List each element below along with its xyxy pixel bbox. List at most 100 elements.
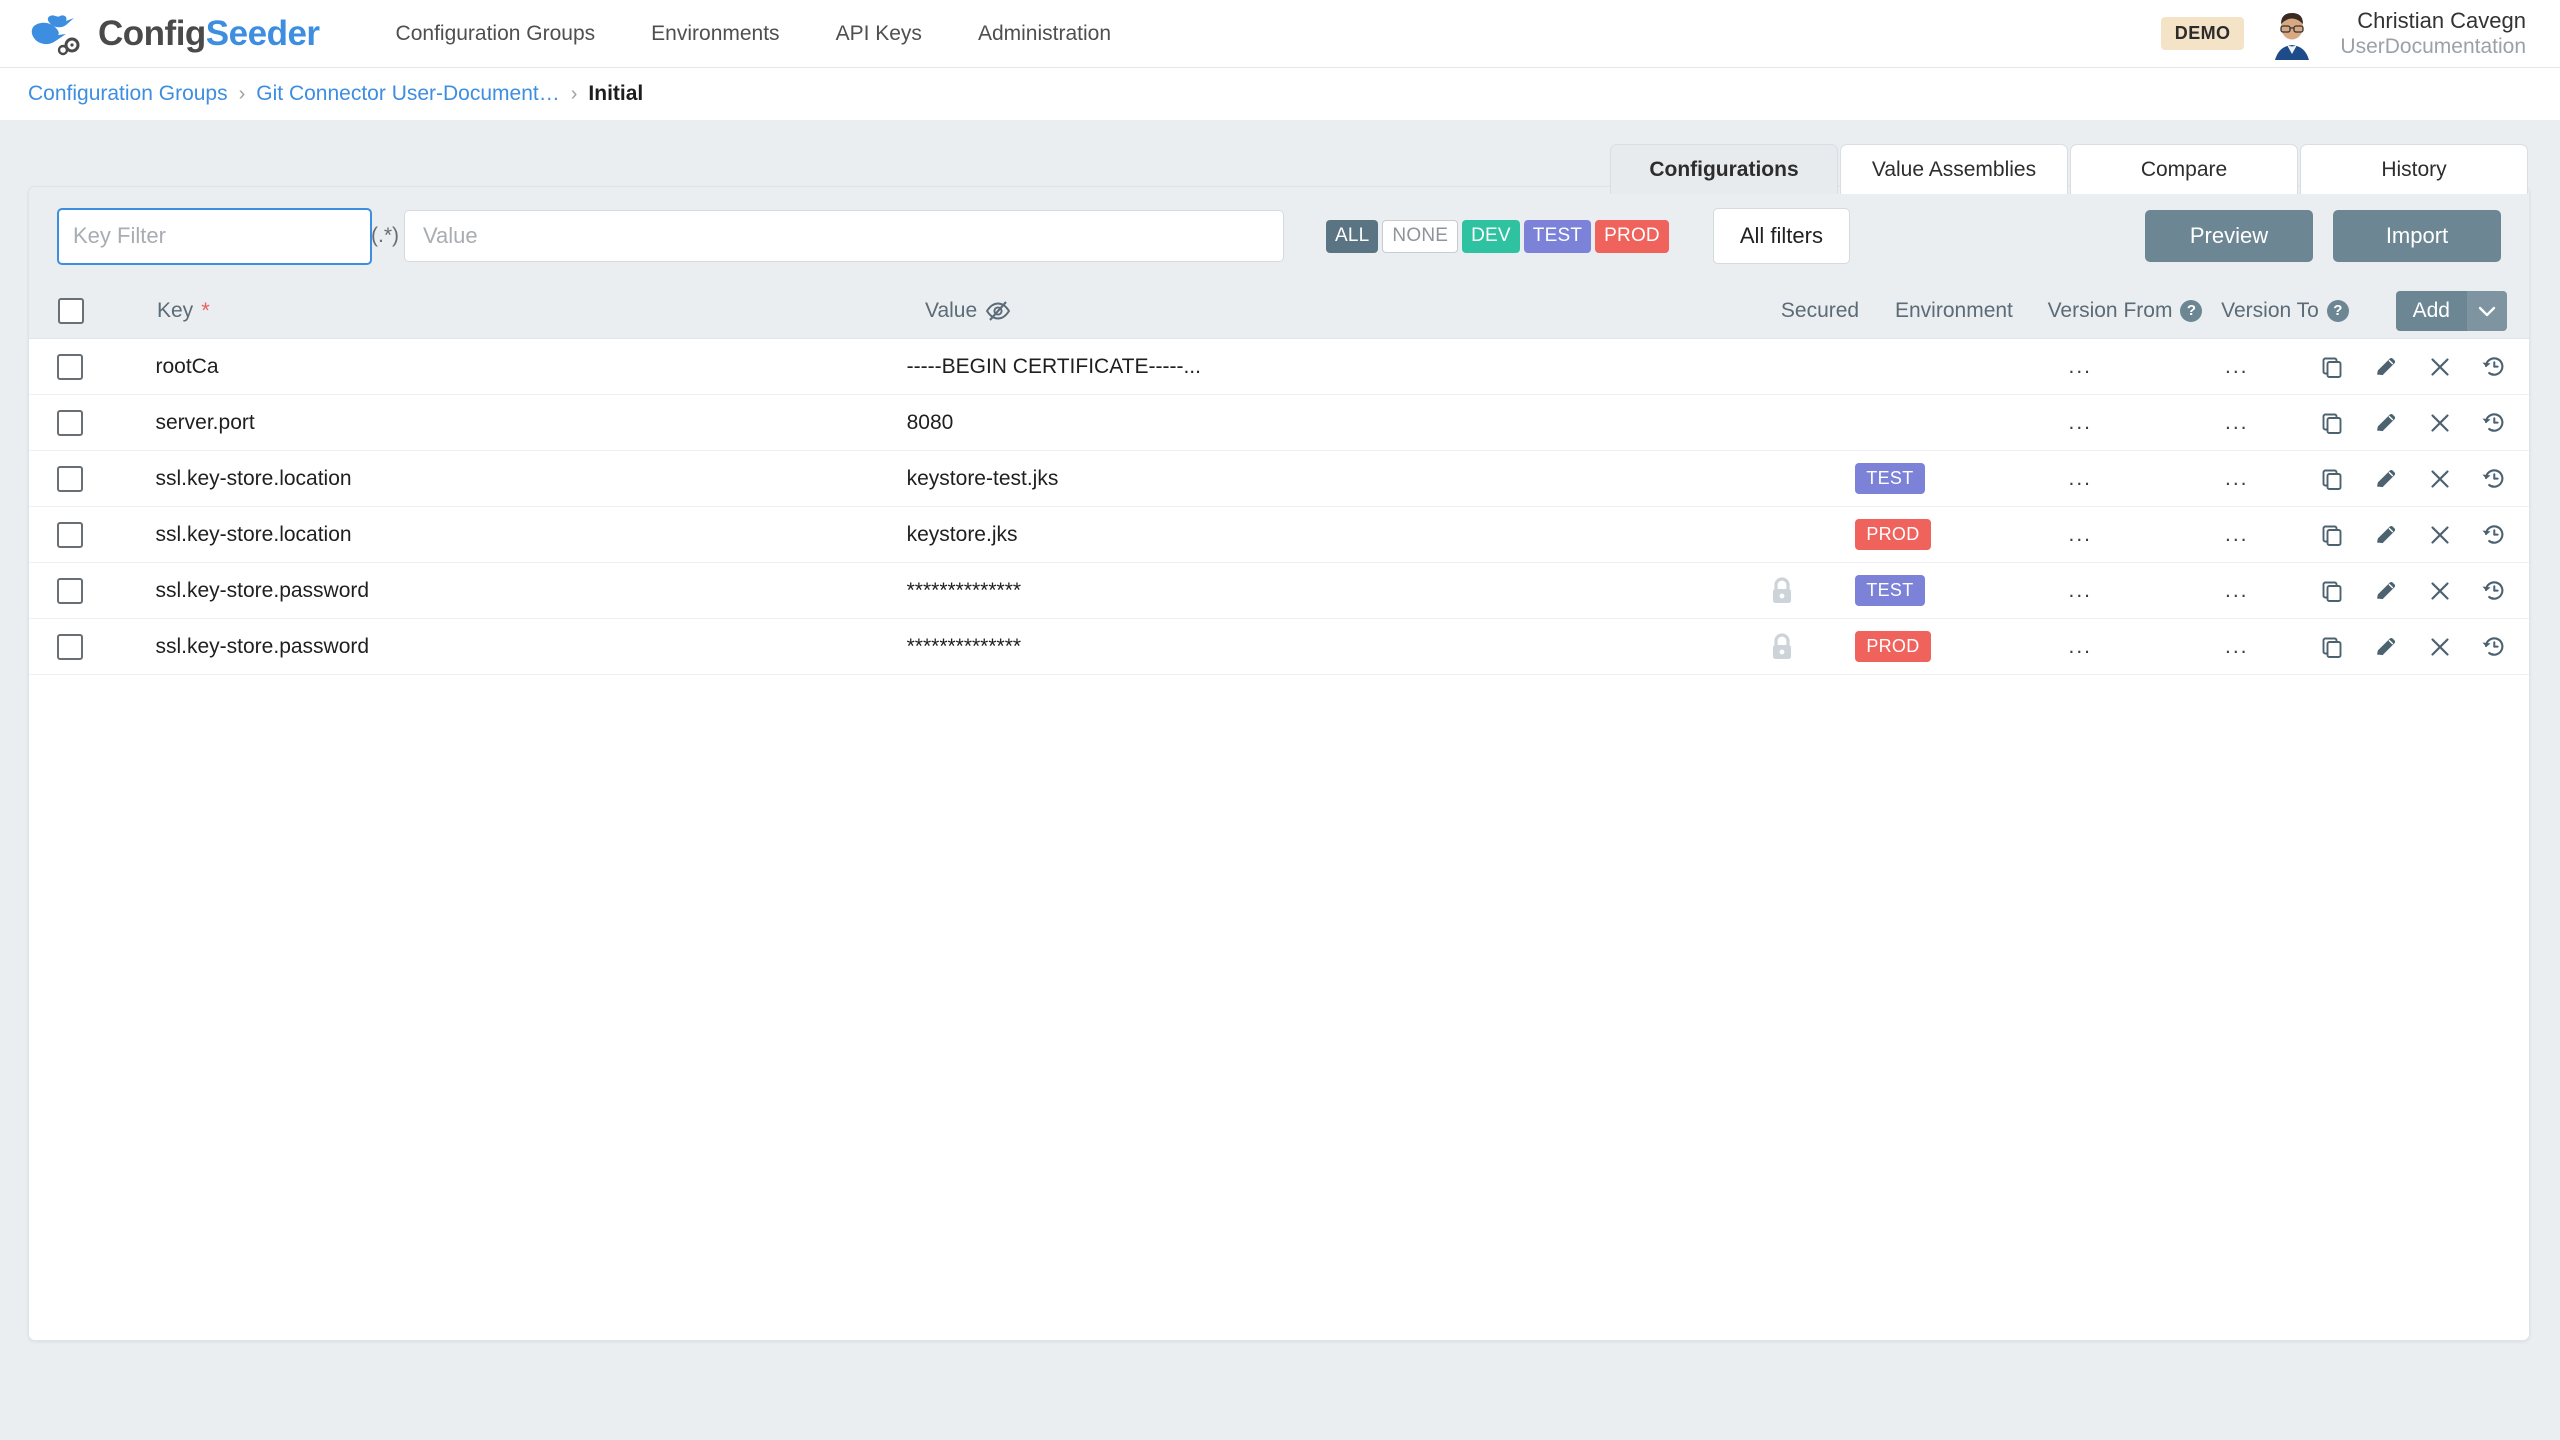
delete-icon[interactable] (2423, 406, 2457, 440)
row-key-cell: ssl.key-store.location (104, 467, 907, 491)
row-version-from-text: ... (2069, 635, 2093, 659)
column-header-secured[interactable]: Secured (1745, 299, 1895, 323)
row-value-text: keystore-test.jks (907, 467, 1059, 490)
env-chip-all[interactable]: ALL (1326, 220, 1378, 253)
history-icon[interactable] (2477, 518, 2511, 552)
eye-off-icon[interactable] (985, 300, 1011, 322)
table-row[interactable]: server.port 8080 ... ... (29, 395, 2529, 451)
column-header-version-from[interactable]: Version From ? (2045, 299, 2205, 323)
import-button[interactable]: Import (2333, 210, 2501, 262)
user-info[interactable]: Christian Cavegn UserDocumentation (2340, 8, 2526, 60)
table-row[interactable]: rootCa -----BEGIN CERTIFICATE-----... ..… (29, 339, 2529, 395)
tab-compare[interactable]: Compare (2070, 144, 2298, 194)
table-row[interactable]: ssl.key-store.location keystore-test.jks… (29, 451, 2529, 507)
row-secured-cell (1709, 520, 1856, 550)
version-to-help-icon[interactable]: ? (2327, 300, 2349, 322)
row-version-to-text: ... (2225, 523, 2249, 547)
version-from-help-icon[interactable]: ? (2180, 300, 2202, 322)
row-value-text: ************** (907, 579, 1021, 602)
value-filter-field[interactable] (404, 210, 1284, 262)
row-version-to-cell: ... (2159, 579, 2315, 603)
history-icon[interactable] (2477, 462, 2511, 496)
row-select-cell (29, 522, 104, 548)
edit-icon[interactable] (2369, 406, 2403, 440)
copy-icon[interactable] (2315, 630, 2349, 664)
env-chip-prod[interactable]: PROD (1595, 220, 1669, 253)
delete-icon[interactable] (2423, 518, 2457, 552)
history-icon[interactable] (2477, 406, 2511, 440)
table-row[interactable]: ssl.key-store.location keystore.jks PROD… (29, 507, 2529, 563)
delete-icon[interactable] (2423, 462, 2457, 496)
delete-icon[interactable] (2423, 350, 2457, 384)
row-actions-cell (2315, 462, 2529, 496)
column-header-environment-label: Environment (1895, 299, 2013, 323)
row-version-to-text: ... (2225, 411, 2249, 435)
row-version-from-text: ... (2069, 355, 2093, 379)
nav-api-keys[interactable]: API Keys (808, 22, 950, 46)
row-key-cell: ssl.key-store.location (104, 523, 907, 547)
env-chip-test[interactable]: TEST (1524, 220, 1591, 253)
seeder-bird-gear-logo (30, 12, 84, 56)
table-row[interactable]: ssl.key-store.password ************** TE… (29, 563, 2529, 619)
row-select-cell (29, 410, 104, 436)
table-row[interactable]: ssl.key-store.password ************** PR… (29, 619, 2529, 675)
delete-icon[interactable] (2423, 574, 2457, 608)
env-chip-none[interactable]: NONE (1382, 220, 1458, 253)
key-header-text: Key (157, 299, 193, 323)
edit-icon[interactable] (2369, 518, 2403, 552)
edit-icon[interactable] (2369, 574, 2403, 608)
row-checkbox[interactable] (57, 634, 83, 660)
select-all-checkbox[interactable] (58, 298, 84, 324)
history-icon[interactable] (2477, 630, 2511, 664)
copy-icon[interactable] (2315, 574, 2349, 608)
value-filter-input[interactable] (421, 222, 1267, 250)
required-marker: * (201, 300, 210, 322)
column-header-key[interactable]: Key * (105, 299, 925, 323)
primary-nav: Configuration Groups Environments API Ke… (368, 22, 1139, 46)
row-version-to-cell: ... (2159, 411, 2315, 435)
row-checkbox[interactable] (57, 522, 83, 548)
tab-value-assemblies[interactable]: Value Assemblies (1840, 144, 2068, 194)
edit-icon[interactable] (2369, 630, 2403, 664)
tab-configurations[interactable]: Configurations (1610, 144, 1838, 194)
edit-icon[interactable] (2369, 462, 2403, 496)
tab-history[interactable]: History (2300, 144, 2528, 194)
copy-icon[interactable] (2315, 406, 2349, 440)
breadcrumb-item-configuration-groups[interactable]: Configuration Groups (28, 82, 228, 106)
chevron-down-icon[interactable] (2467, 291, 2507, 331)
row-checkbox[interactable] (57, 354, 83, 380)
edit-icon[interactable] (2369, 350, 2403, 384)
history-icon[interactable] (2477, 350, 2511, 384)
row-value-text: -----BEGIN CERTIFICATE-----... (907, 355, 1201, 378)
column-header-value[interactable]: Value (925, 299, 1745, 323)
row-checkbox[interactable] (57, 466, 83, 492)
delete-icon[interactable] (2423, 630, 2457, 664)
add-button[interactable]: Add (2396, 291, 2507, 331)
copy-icon[interactable] (2315, 462, 2349, 496)
user-avatar-photo[interactable] (2266, 8, 2318, 60)
nav-configuration-groups[interactable]: Configuration Groups (368, 22, 624, 46)
breadcrumb-item-git-connector[interactable]: Git Connector User-Document… (256, 82, 559, 106)
history-icon[interactable] (2477, 574, 2511, 608)
row-version-to-cell: ... (2159, 635, 2315, 659)
preview-button[interactable]: Preview (2145, 210, 2313, 262)
copy-icon[interactable] (2315, 350, 2349, 384)
table-header-row: Key * Value Secured Environment Version … (29, 283, 2529, 339)
all-filters-button[interactable]: All filters (1713, 208, 1850, 264)
brand[interactable]: ConfigSeeder (30, 12, 320, 56)
select-all-cell (29, 298, 105, 324)
column-header-version-to[interactable]: Version To ? (2205, 299, 2365, 323)
row-checkbox[interactable] (57, 578, 83, 604)
nav-environments[interactable]: Environments (623, 22, 807, 46)
row-checkbox[interactable] (57, 410, 83, 436)
row-secured-cell (1709, 576, 1856, 606)
column-header-environment[interactable]: Environment (1895, 299, 2045, 323)
row-version-from-cell: ... (2002, 411, 2158, 435)
nav-administration[interactable]: Administration (950, 22, 1139, 46)
copy-icon[interactable] (2315, 518, 2349, 552)
env-chip-dev[interactable]: DEV (1462, 220, 1520, 253)
key-filter-input[interactable] (71, 222, 363, 250)
key-filter-field[interactable]: (.*) (57, 208, 372, 265)
row-version-from-cell: ... (2002, 635, 2158, 659)
row-key-cell: ssl.key-store.password (104, 579, 907, 603)
